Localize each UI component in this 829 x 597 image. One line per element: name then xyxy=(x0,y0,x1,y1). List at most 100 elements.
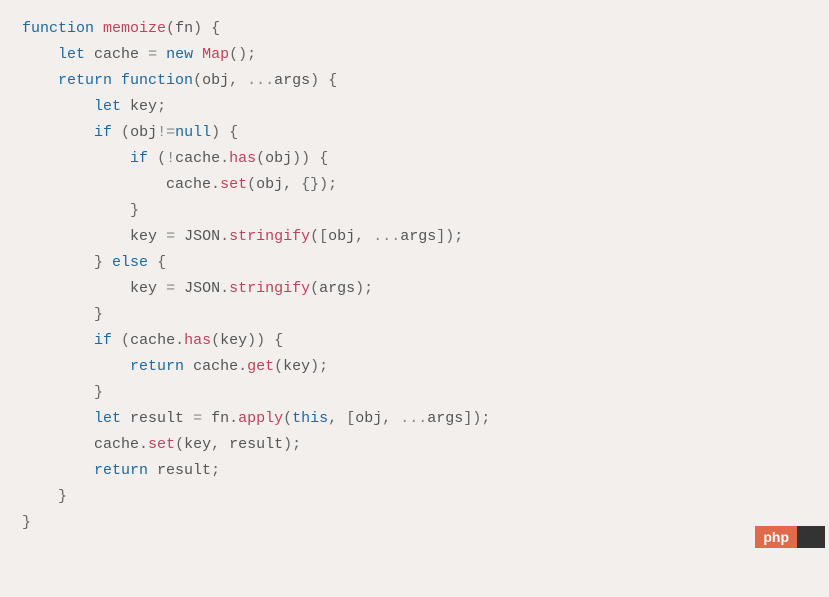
punct: } xyxy=(22,514,31,531)
identifier: key xyxy=(184,436,211,453)
punct: ); xyxy=(283,436,301,453)
punct: { xyxy=(274,332,283,349)
keyword-return: return xyxy=(130,358,184,375)
punct: ( xyxy=(121,332,130,349)
punct: ( xyxy=(274,358,283,375)
keyword-return: return xyxy=(58,72,112,89)
identifier: key xyxy=(130,280,157,297)
identifier-memoize: memoize xyxy=(103,20,166,37)
keyword-function: function xyxy=(22,20,94,37)
punct: , xyxy=(355,228,364,245)
keyword-null: null xyxy=(175,124,211,141)
identifier: obj xyxy=(355,410,382,427)
method-apply: apply xyxy=(238,410,283,427)
identifier: result xyxy=(229,436,283,453)
watermark-right xyxy=(797,526,825,548)
keyword-if: if xyxy=(94,124,112,141)
punct: } xyxy=(94,306,103,323)
punct: )) xyxy=(292,150,310,167)
operator: = xyxy=(193,410,202,427)
identifier: obj xyxy=(256,176,283,193)
identifier: key xyxy=(283,358,310,375)
punct: ]); xyxy=(436,228,463,245)
operator: = xyxy=(148,46,157,63)
punct: , xyxy=(229,72,238,89)
identifier: cache xyxy=(130,332,175,349)
identifier: obj xyxy=(130,124,157,141)
keyword-this: this xyxy=(292,410,328,427)
punct: ); xyxy=(355,280,373,297)
punct: [ xyxy=(346,410,355,427)
punct: } xyxy=(94,384,103,401)
punct: ( xyxy=(247,176,256,193)
punct: ( xyxy=(157,150,166,167)
punct: } xyxy=(94,254,103,271)
keyword-let: let xyxy=(58,46,85,63)
keyword-return: return xyxy=(94,462,148,479)
identifier: obj xyxy=(202,72,229,89)
punct: ( xyxy=(256,150,265,167)
punct: . xyxy=(238,358,247,375)
identifier: args xyxy=(400,228,436,245)
keyword-if: if xyxy=(94,332,112,349)
punct: . xyxy=(220,150,229,167)
punct: } xyxy=(58,488,67,505)
operator: = xyxy=(166,228,175,245)
identifier: key xyxy=(130,98,157,115)
method-has: has xyxy=(229,150,256,167)
operator: != xyxy=(157,124,175,141)
punct: , xyxy=(328,410,337,427)
punct: , xyxy=(382,410,391,427)
identifier: args xyxy=(427,410,463,427)
punct: { xyxy=(328,72,337,89)
punct: )) xyxy=(247,332,265,349)
punct: ]); xyxy=(463,410,490,427)
punct: ( xyxy=(175,436,184,453)
punct: . xyxy=(139,436,148,453)
identifier: fn xyxy=(211,410,229,427)
punct: (); xyxy=(229,46,256,63)
identifier: fn xyxy=(175,20,193,37)
identifier: obj xyxy=(265,150,292,167)
keyword-if: if xyxy=(130,150,148,167)
punct: ) xyxy=(211,124,220,141)
punct: . xyxy=(211,176,220,193)
identifier: obj xyxy=(328,228,355,245)
identifier-map: Map xyxy=(202,46,229,63)
punct: { xyxy=(229,124,238,141)
method-stringify: stringify xyxy=(229,228,310,245)
punct: . xyxy=(220,280,229,297)
punct: ( xyxy=(283,410,292,427)
punct: ([ xyxy=(310,228,328,245)
punct: , xyxy=(211,436,220,453)
method-has: has xyxy=(184,332,211,349)
punct: ( xyxy=(193,72,202,89)
punct: ( xyxy=(211,332,220,349)
punct: ) xyxy=(193,20,202,37)
punct: . xyxy=(175,332,184,349)
keyword-let: let xyxy=(94,98,121,115)
punct: ( xyxy=(166,20,175,37)
punct: {}); xyxy=(301,176,337,193)
punct: . xyxy=(229,410,238,427)
identifier: cache xyxy=(175,150,220,167)
identifier: cache xyxy=(94,46,139,63)
identifier: result xyxy=(157,462,211,479)
operator: ... xyxy=(247,72,274,89)
punct: ; xyxy=(157,98,166,115)
operator: ... xyxy=(373,228,400,245)
keyword-let: let xyxy=(94,410,121,427)
punct: { xyxy=(157,254,166,271)
punct: . xyxy=(220,228,229,245)
operator: = xyxy=(166,280,175,297)
code-block: function memoize(fn) { let cache = new M… xyxy=(0,0,829,552)
punct: ) xyxy=(310,72,319,89)
method-stringify: stringify xyxy=(229,280,310,297)
identifier: result xyxy=(130,410,184,427)
keyword-new: new xyxy=(166,46,193,63)
method-get: get xyxy=(247,358,274,375)
punct: { xyxy=(211,20,220,37)
watermark: php xyxy=(755,526,825,548)
identifier: args xyxy=(319,280,355,297)
identifier-json: JSON xyxy=(184,228,220,245)
